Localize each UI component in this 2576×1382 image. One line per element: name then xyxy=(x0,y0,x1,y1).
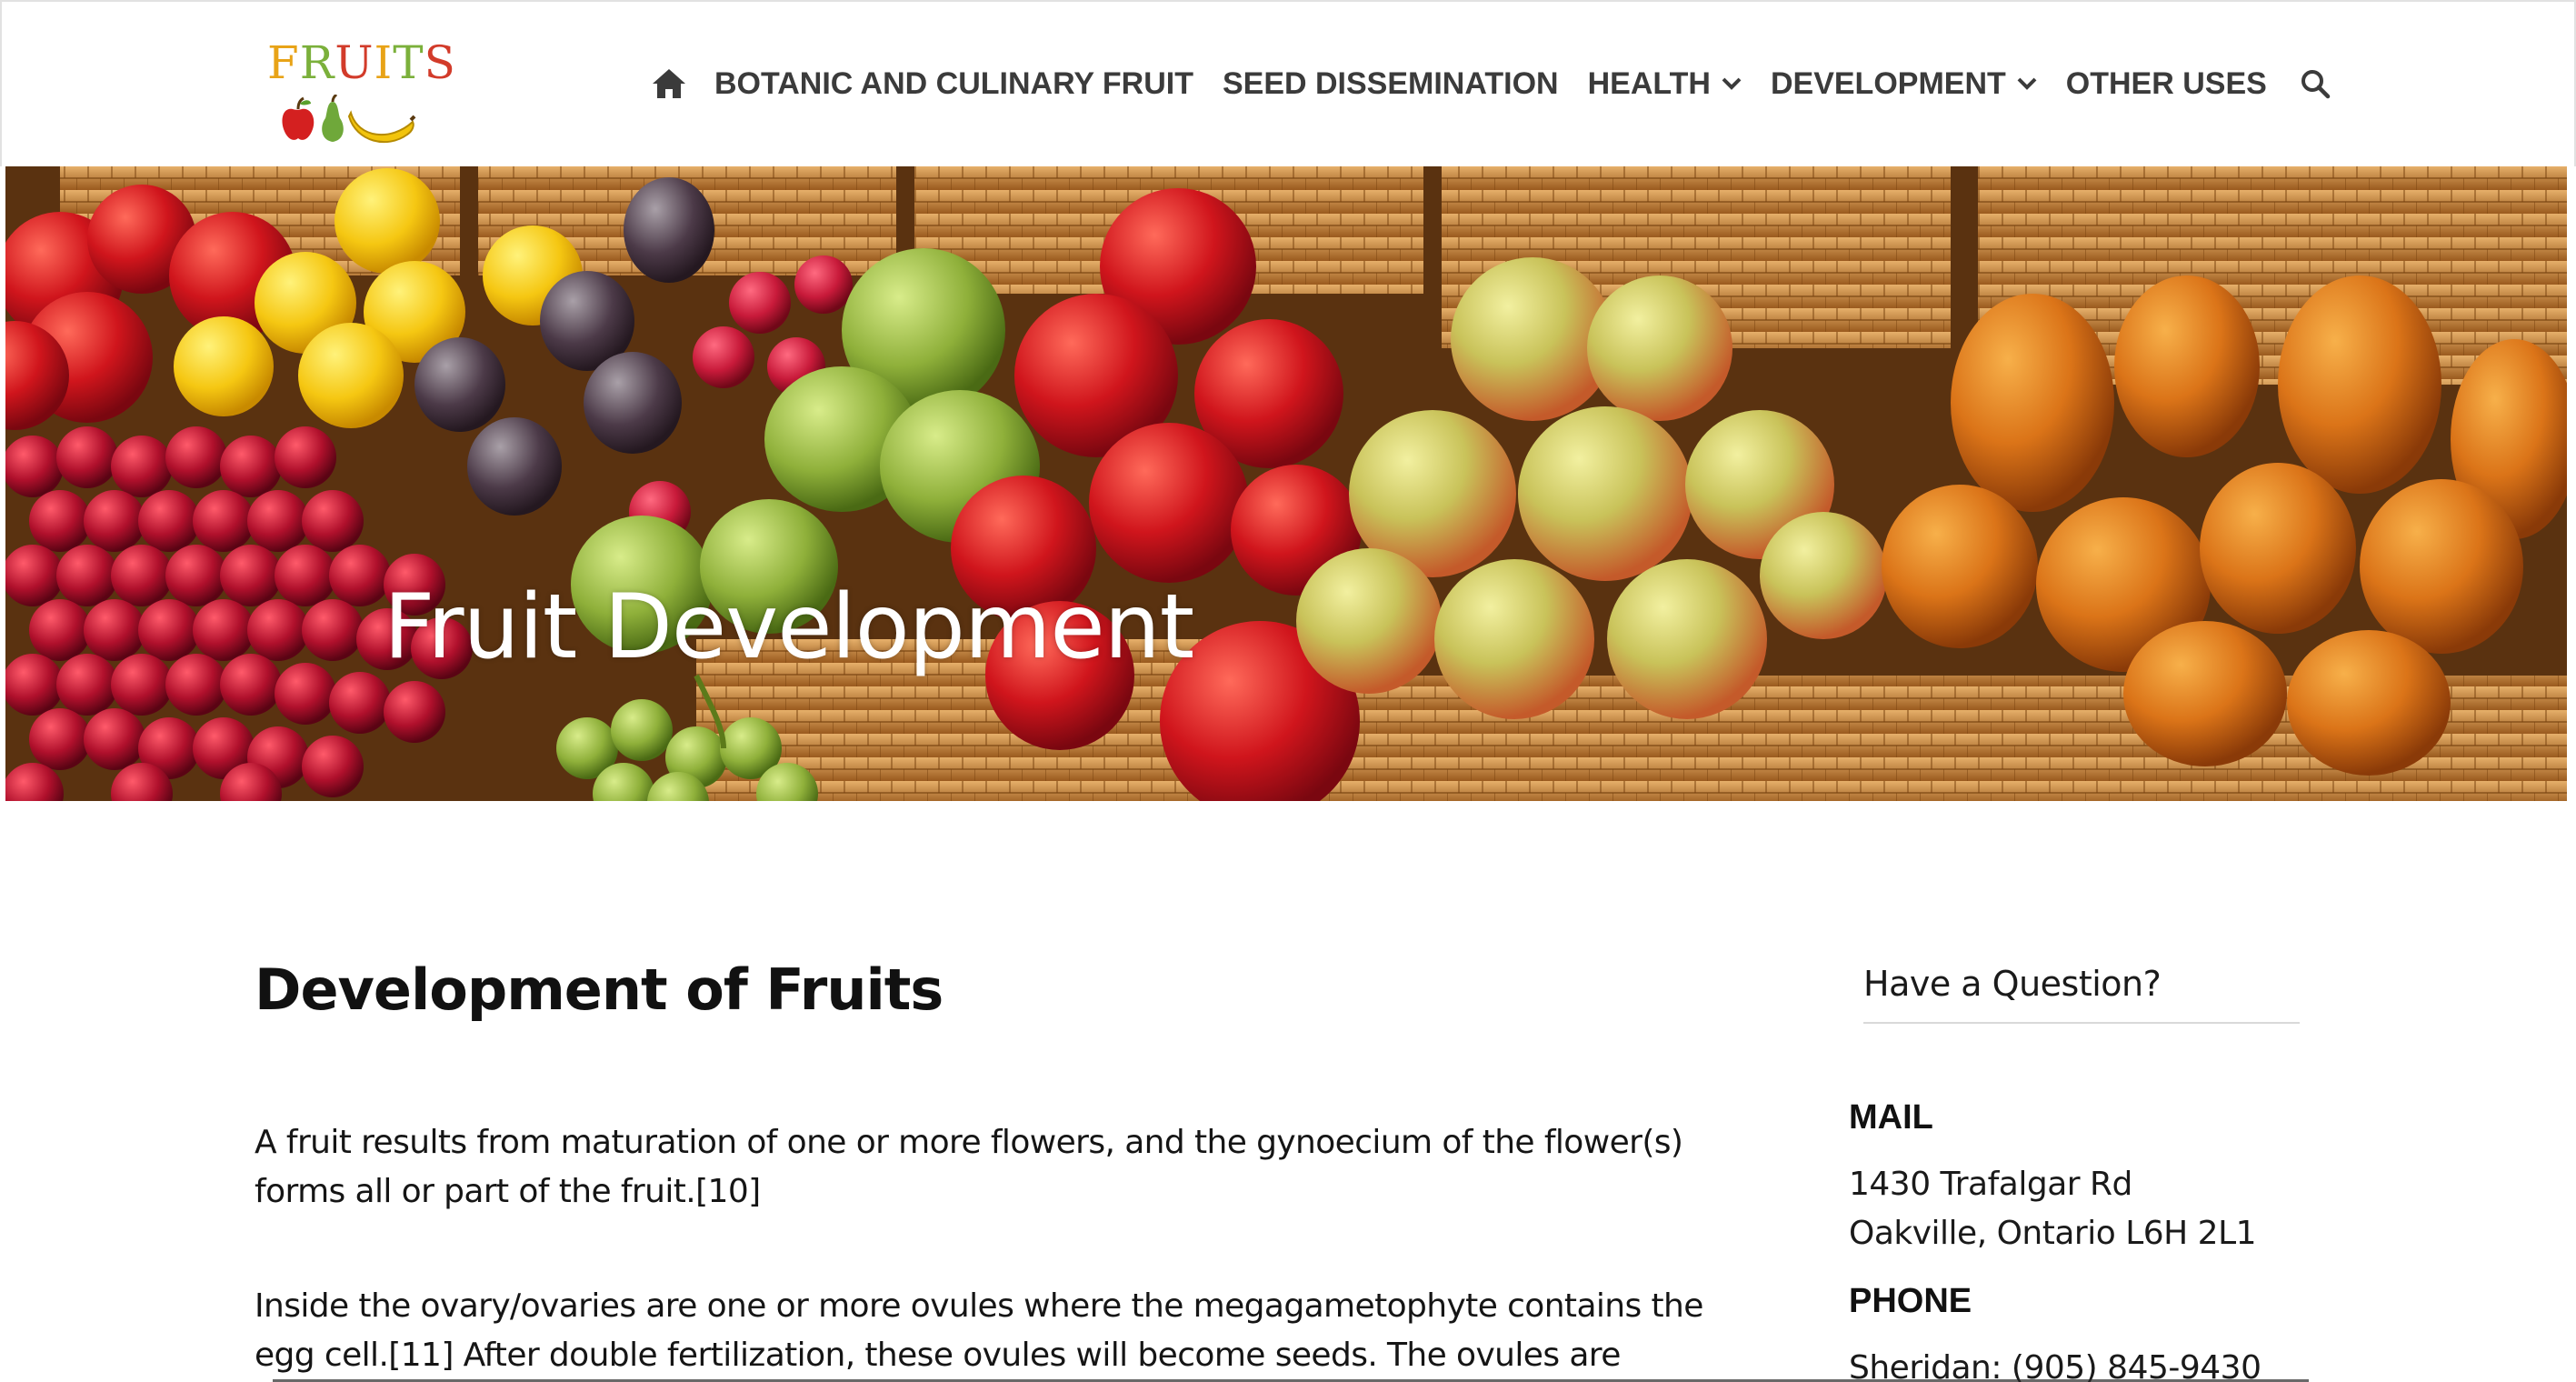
nav-home-link[interactable] xyxy=(651,65,687,102)
pear-icon xyxy=(322,95,344,142)
nav-item-seed-dissemination[interactable]: SEED DISSEMINATION xyxy=(1223,66,1559,102)
logo-letter: R xyxy=(299,36,335,89)
site-header: FRUITS BOTANIC AND CULINARY FRUIT SEED D… xyxy=(0,0,2576,166)
hero-title: Fruit Development xyxy=(384,576,1194,679)
content-paragraph: Inside the ovary/ovaries are one or more… xyxy=(255,1287,1703,1374)
nav-item-other-uses[interactable]: OTHER USES xyxy=(2066,66,2267,102)
apple-icon xyxy=(282,96,315,140)
nav-item-health[interactable]: HEALTH xyxy=(1588,66,1742,102)
logo-letter: S xyxy=(424,36,456,89)
chevron-down-icon xyxy=(2017,77,2037,90)
sidebar-address: 1430 Trafalgar Rd Oakville, Ontario L6H … xyxy=(1849,1160,2257,1258)
logo-fruit-icons xyxy=(282,95,416,144)
chevron-down-icon xyxy=(1722,77,1742,90)
sidebar-question-heading: Have a Question? xyxy=(1863,964,2162,1004)
address-line: Oakville, Ontario L6H 2L1 xyxy=(1849,1215,2257,1252)
logo-letter: I xyxy=(374,36,394,89)
logo-letter: F xyxy=(267,36,300,89)
logo-letter: T xyxy=(393,36,424,89)
logo-wordmark: FRUITS xyxy=(267,36,455,89)
hero-fruit-market-image xyxy=(5,166,2567,801)
nav-item-botanic-culinary[interactable]: BOTANIC AND CULINARY FRUIT xyxy=(714,66,1193,102)
nav-item-development[interactable]: DEVELOPMENT xyxy=(1771,66,2037,102)
hero-banner: Fruit Development xyxy=(5,166,2567,801)
nav-item-label: SEED DISSEMINATION xyxy=(1222,65,1559,101)
banana-icon xyxy=(347,110,416,144)
address-line: 1430 Trafalgar Rd xyxy=(1849,1166,2132,1203)
logo-letter: U xyxy=(334,36,374,89)
nav-item-label: BOTANIC AND CULINARY FRUIT xyxy=(714,65,1193,101)
sidebar-phone-number[interactable]: Sheridan: (905) 845-9430 xyxy=(1849,1344,2261,1382)
home-icon xyxy=(653,69,685,98)
nav-item-label: DEVELOPMENT xyxy=(1770,65,2006,101)
search-icon[interactable] xyxy=(2300,68,2331,99)
main-nav: BOTANIC AND CULINARY FRUIT SEED DISSEMIN… xyxy=(651,58,2331,109)
sidebar-divider xyxy=(1863,1022,2300,1024)
nav-item-label: OTHER USES xyxy=(2065,65,2267,101)
site-logo[interactable]: FRUITS xyxy=(267,36,455,144)
page-title: Development of Fruits xyxy=(255,956,944,1023)
sidebar-mail-heading: MAIL xyxy=(1849,1098,1933,1137)
sidebar-phone-heading: PHONE xyxy=(1849,1282,1972,1320)
content-paragraph: A fruit results from maturation of one o… xyxy=(255,1124,1683,1210)
nav-item-label: HEALTH xyxy=(1587,65,1711,101)
